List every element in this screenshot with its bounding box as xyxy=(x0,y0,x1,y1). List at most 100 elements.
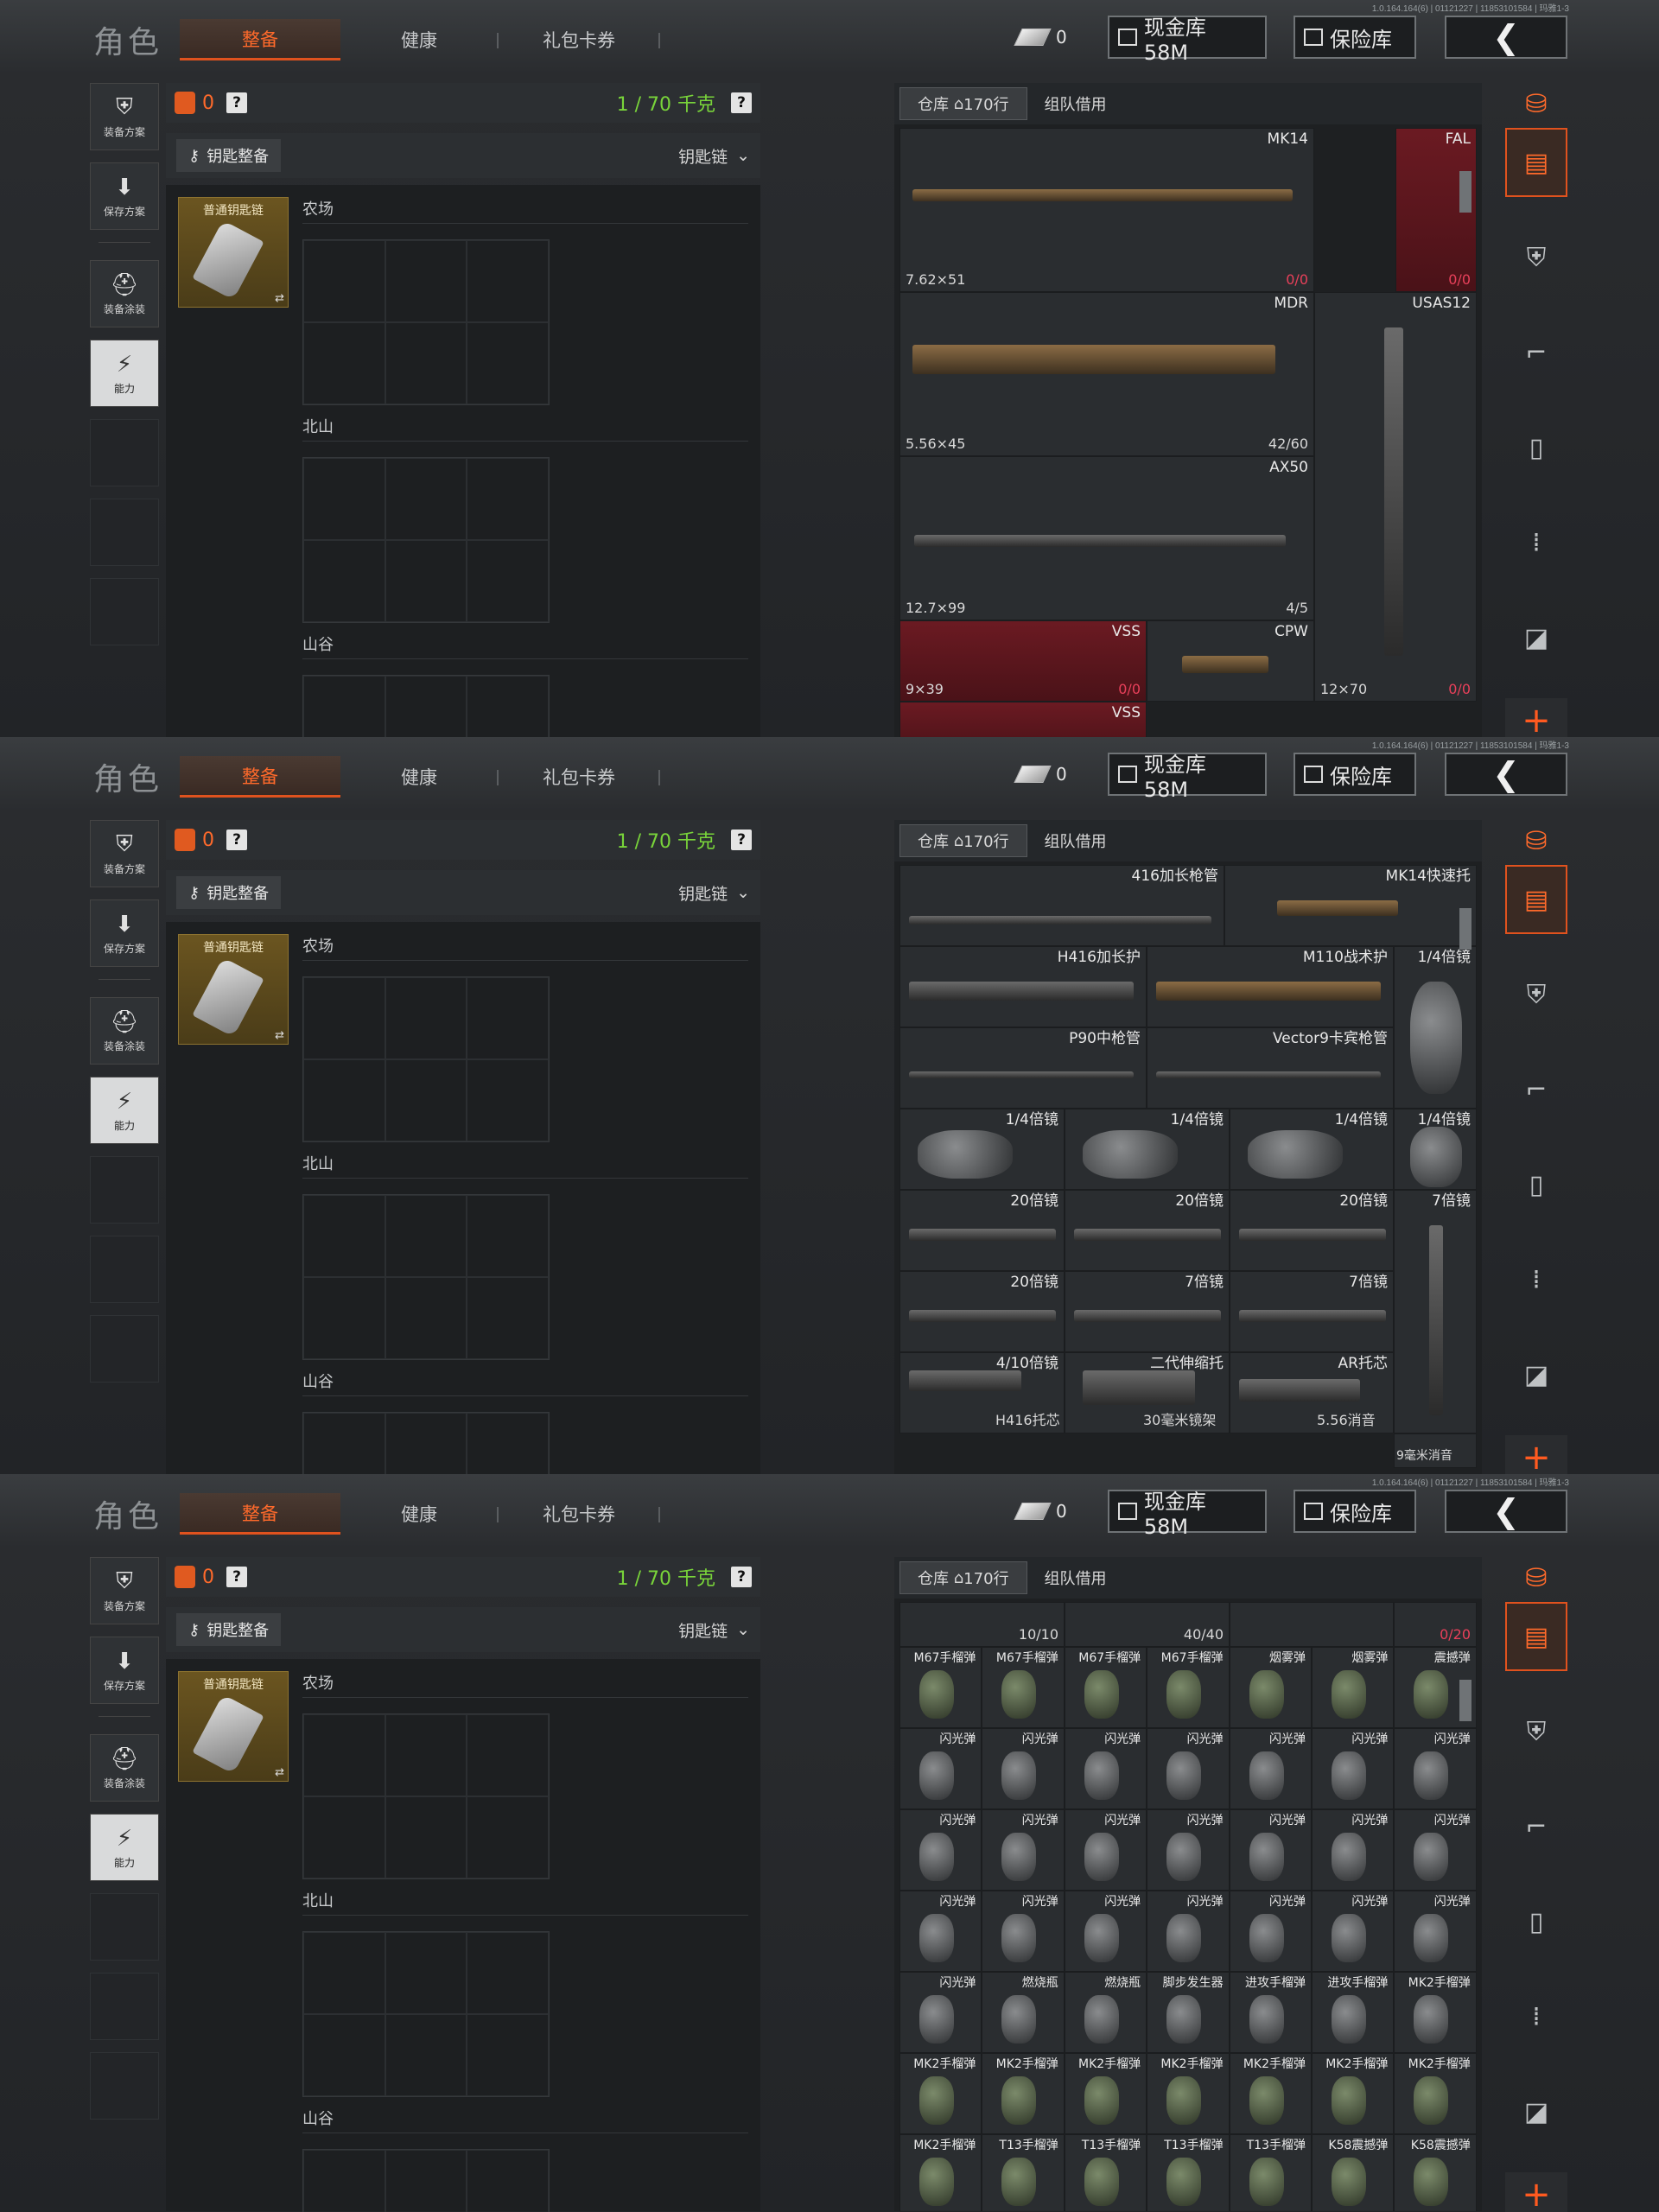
add-icon[interactable]: + xyxy=(1505,1435,1567,1474)
stash-item[interactable]: MK2手榴弹 xyxy=(899,2134,982,2211)
stash-item[interactable]: T13手榴弹 xyxy=(982,2134,1065,2211)
tab-health[interactable]: 健康 xyxy=(380,1493,458,1535)
stash-item[interactable]: K58震撼弹 xyxy=(1312,2134,1395,2211)
tab-health[interactable]: 健康 xyxy=(380,19,458,60)
add-icon[interactable]: + xyxy=(1505,2172,1567,2212)
key-slot-grid[interactable] xyxy=(302,1194,550,1360)
stash-item[interactable]: P90中枪管 xyxy=(899,1027,1147,1109)
key-slot-grid[interactable] xyxy=(302,976,550,1142)
sidebar-item-save-plan[interactable]: ⬇ 保存方案 xyxy=(90,162,159,230)
add-icon[interactable]: + xyxy=(1505,698,1567,737)
stash-item[interactable]: 燃烧瓶 xyxy=(1064,1972,1147,2053)
category-magazine-icon[interactable]: ▯ xyxy=(1505,413,1567,482)
stash-item[interactable]: MDR 5.56×45 42/60 xyxy=(899,292,1314,456)
category-weapon-icon[interactable]: ⌐ xyxy=(1505,318,1567,387)
stash-scrollbar[interactable] xyxy=(1459,908,1471,950)
sidebar-item-loadout-plan[interactable]: ⛨ 装备方案 xyxy=(90,820,159,887)
stash-item[interactable]: AR托芯 5.56消音 xyxy=(1230,1352,1394,1433)
sort-icon[interactable]: ⛁ xyxy=(1505,820,1567,861)
stash-item[interactable]: 闪光弹 xyxy=(982,1809,1065,1891)
sort-icon[interactable]: ⛁ xyxy=(1505,83,1567,124)
stash-item[interactable]: 烟雾弹 xyxy=(1229,1647,1312,1728)
key-slot-grid[interactable] xyxy=(302,2149,550,2212)
safe-vault-button[interactable]: 保险库 xyxy=(1294,16,1416,59)
key-chain-dropdown[interactable]: 钥匙链 ⌄ xyxy=(678,144,750,168)
safe-vault-button[interactable]: 保险库 xyxy=(1294,1490,1416,1533)
stash-item[interactable]: 1/4倍镜 xyxy=(899,1109,1065,1190)
stash-item[interactable]: 7倍镜 xyxy=(1065,1271,1230,1352)
category-all-icon[interactable]: ▤ xyxy=(1505,1602,1567,1671)
back-button[interactable]: ❮ xyxy=(1445,16,1567,59)
stash-item[interactable]: 20倍镜 xyxy=(899,1271,1065,1352)
help-icon[interactable]: ? xyxy=(731,1567,752,1587)
tab-equip[interactable]: 整备 xyxy=(180,19,340,60)
stash-item[interactable]: MK14快速托 xyxy=(1224,865,1477,946)
stash-item[interactable]: MK14 7.62×51 0/0 xyxy=(899,128,1314,292)
key-chain-item[interactable]: 普通钥匙链 ⇄ xyxy=(178,934,289,1045)
stash-item[interactable]: 闪光弹 xyxy=(1064,1891,1147,1972)
stash-item[interactable]: 0/20 xyxy=(1394,1602,1477,1647)
sort-icon[interactable]: ⛁ xyxy=(1505,1557,1567,1599)
category-weapon-icon[interactable]: ⌐ xyxy=(1505,1055,1567,1124)
stash-item[interactable]: M67手榴弹 xyxy=(982,1647,1065,1728)
stash-item[interactable]: 闪光弹 xyxy=(899,1891,982,1972)
stash-item[interactable]: 闪光弹 xyxy=(1064,1728,1147,1809)
stash-item[interactable]: Vector9卡宾枪管 xyxy=(1147,1027,1394,1109)
stash-item[interactable]: 进攻手榴弹 xyxy=(1312,1972,1395,2053)
stash-item[interactable]: 10/10 xyxy=(899,1602,1065,1647)
stash-item[interactable]: 脚步发生器 xyxy=(1147,1972,1230,2053)
key-slot-grid[interactable] xyxy=(302,239,550,405)
stash-item[interactable]: H416加长护 xyxy=(899,946,1147,1027)
tab-gift-cards[interactable]: 礼包卡券 xyxy=(514,756,644,798)
stash-item[interactable]: VSS 9×39 0/0 xyxy=(899,620,1147,702)
key-chain-dropdown[interactable]: 钥匙链 ⌄ xyxy=(678,1618,750,1642)
stash-item[interactable]: 20倍镜 xyxy=(1065,1190,1230,1271)
key-chain-dropdown[interactable]: 钥匙链 ⌄ xyxy=(678,881,750,905)
sidebar-item-ability[interactable]: ⚡ 能力 xyxy=(90,1814,159,1881)
sidebar-item-save-plan[interactable]: ⬇ 保存方案 xyxy=(90,1637,159,1704)
sidebar-item-loadout-plan[interactable]: ⛨ 装备方案 xyxy=(90,1557,159,1624)
stash-item[interactable]: 1/4倍镜 xyxy=(1394,1109,1477,1190)
stash-item[interactable]: 20倍镜 xyxy=(1230,1190,1394,1271)
stash-item[interactable]: T13手榴弹 xyxy=(1064,2134,1147,2211)
category-gear-icon[interactable]: ⛨ xyxy=(1505,960,1567,1029)
tab-gift-cards[interactable]: 礼包卡券 xyxy=(514,19,644,60)
stash-item[interactable]: 416加长枪管 xyxy=(899,865,1224,946)
tab-equip[interactable]: 整备 xyxy=(180,756,340,798)
stash-item[interactable]: K58震撼弹 xyxy=(1394,2134,1477,2211)
stash-item[interactable]: VSS xyxy=(899,702,1147,737)
help-icon[interactable]: ? xyxy=(731,92,752,113)
stash-item[interactable]: 闪光弹 xyxy=(982,1891,1065,1972)
stash-item[interactable]: 40/40 xyxy=(1065,1602,1230,1647)
back-button[interactable]: ❮ xyxy=(1445,753,1567,796)
stash-item[interactable]: T13手榴弹 xyxy=(1229,2134,1312,2211)
stash-item[interactable]: 二代伸缩托 30毫米镜架 xyxy=(1065,1352,1230,1433)
stash-item[interactable]: 闪光弹 xyxy=(1147,1891,1230,1972)
sidebar-item-ability[interactable]: ⚡ 能力 xyxy=(90,340,159,407)
stash-item[interactable]: MK2手榴弹 xyxy=(982,2053,1065,2134)
tab-warehouse[interactable]: 仓库 ⌂ 170行 xyxy=(899,1561,1027,1594)
tab-team-borrow[interactable]: 组队借用 xyxy=(1027,87,1124,120)
stash-item[interactable]: MK2手榴弹 xyxy=(1394,1972,1477,2053)
category-magazine-icon[interactable]: ▯ xyxy=(1505,1150,1567,1219)
cash-vault-button[interactable]: 现金库 58M xyxy=(1108,1490,1267,1539)
stash-item[interactable]: 闪光弹 xyxy=(1312,1891,1395,1972)
category-ammo-icon[interactable]: ⁞ xyxy=(1505,1982,1567,2051)
stash-item[interactable]: 闪光弹 xyxy=(1394,1891,1477,1972)
safe-vault-button[interactable]: 保险库 xyxy=(1294,753,1416,796)
key-chain-item[interactable]: 普通钥匙链 ⇄ xyxy=(178,197,289,308)
sidebar-item-skin[interactable]: ⛑ 装备涂装 xyxy=(90,997,159,1065)
stash-item[interactable]: MK2手榴弹 xyxy=(1312,2053,1395,2134)
stash-item[interactable]: 闪光弹 xyxy=(1229,1809,1312,1891)
sidebar-item-loadout-plan[interactable]: ⛨ 装备方案 xyxy=(90,83,159,150)
sidebar-item-skin[interactable]: ⛑ 装备涂装 xyxy=(90,1734,159,1802)
tab-warehouse[interactable]: 仓库 ⌂ 170行 xyxy=(899,824,1027,857)
stash-item[interactable]: 7倍镜 xyxy=(1230,1271,1394,1352)
cash-vault-button[interactable]: 现金库 58M xyxy=(1108,753,1267,802)
stash-item[interactable]: 闪光弹 xyxy=(1312,1809,1395,1891)
stash-item[interactable]: 1/4倍镜 xyxy=(1394,946,1477,1109)
help-icon[interactable]: ? xyxy=(226,830,247,850)
tab-gift-cards[interactable]: 礼包卡券 xyxy=(514,1493,644,1535)
stash-item[interactable]: M67手榴弹 xyxy=(1064,1647,1147,1728)
category-all-icon[interactable]: ▤ xyxy=(1505,128,1567,197)
